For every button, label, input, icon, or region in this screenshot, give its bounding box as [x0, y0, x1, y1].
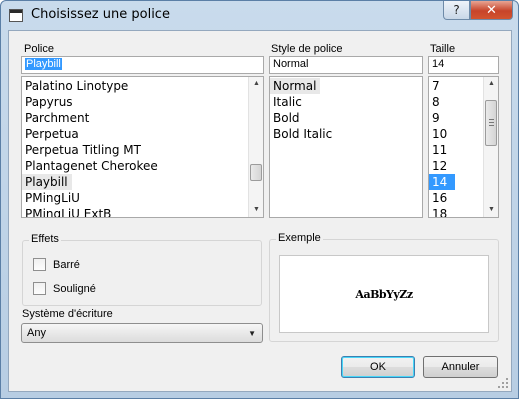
size-list-scrollbar[interactable]: ▲ ▼ — [483, 77, 498, 217]
style-list-item[interactable]: Normal — [270, 78, 422, 94]
writing-system-select[interactable]: Any ▼ — [21, 323, 263, 343]
cancel-button[interactable]: Annuler — [423, 356, 498, 378]
font-list-item-label: PMingLiU ExtB — [25, 207, 112, 218]
size-list-scroll-thumb[interactable] — [485, 100, 497, 146]
font-name-value: Playbill — [25, 58, 62, 70]
style-list-item[interactable]: Bold Italic — [270, 126, 422, 142]
size-list-item-label: 8 — [432, 95, 440, 109]
cancel-button-label: Annuler — [441, 361, 480, 373]
style-list-item-label: Normal — [270, 78, 321, 94]
size-list-item-label: 7 — [432, 79, 440, 93]
style-list-item-label: Italic — [273, 95, 302, 109]
font-list-item-label: Palatino Linotype — [25, 79, 129, 93]
size-list-item-label: 11 — [432, 143, 448, 157]
effects-group — [22, 240, 262, 306]
size-label: Taille — [430, 43, 456, 55]
size-value: 14 — [432, 58, 445, 70]
font-list-item-label: Papyrus — [25, 95, 73, 109]
style-list-item-label: Bold — [273, 111, 300, 125]
style-list-items: Normal Italic Bold Bold Italic — [270, 77, 422, 142]
size-list[interactable]: 7 8 9 10 11 12 14 16 18 ▲ ▼ — [428, 76, 499, 218]
scroll-up-icon[interactable]: ▲ — [249, 77, 263, 91]
font-list-item-label: Plantagenet Cherokee — [25, 159, 158, 173]
underline-label: Souligné — [53, 282, 96, 295]
font-label: Police — [24, 43, 54, 55]
help-icon: ? — [453, 3, 460, 17]
font-name-input[interactable]: Playbill — [21, 56, 264, 74]
style-label: Style de police — [271, 43, 343, 55]
writing-system-value: Any — [27, 327, 46, 339]
window-app-icon — [9, 9, 23, 22]
font-list-item-label: Playbill — [22, 174, 72, 190]
sample-preview: AaBbYyZz — [279, 255, 489, 333]
style-input[interactable]: Normal — [269, 56, 423, 74]
strikeout-option[interactable]: Barré — [33, 258, 80, 271]
style-list-item[interactable]: Italic — [270, 94, 422, 110]
strikeout-checkbox[interactable] — [33, 258, 46, 271]
style-list-item[interactable]: Bold — [270, 110, 422, 126]
sample-text: AaBbYyZz — [355, 287, 413, 301]
close-icon: ✕ — [486, 2, 497, 18]
dialog-client-area: Police Playbill Palatino Linotype Papyrus… — [8, 30, 512, 392]
font-list-item-label: Perpetua Titling MT — [25, 143, 141, 157]
font-list-scroll-thumb[interactable] — [250, 164, 262, 181]
font-list[interactable]: Palatino Linotype Papyrus Parchment Perpetu… — [21, 76, 264, 218]
underline-checkbox[interactable] — [33, 282, 46, 295]
scroll-down-icon[interactable]: ▼ — [484, 203, 498, 217]
grip-icon — [489, 122, 494, 123]
grip-icon — [489, 119, 494, 120]
font-list-item-label: PMingLiU — [25, 191, 80, 205]
font-list-items: Palatino Linotype Papyrus Parchment Perpetu… — [22, 77, 263, 218]
ok-button[interactable]: OK — [341, 356, 415, 378]
font-list-item[interactable]: Perpetua Titling MT — [22, 142, 263, 158]
ok-button-label: OK — [370, 361, 386, 373]
writing-system-label: Système d'écriture — [22, 308, 113, 320]
chevron-down-icon: ▼ — [248, 329, 256, 338]
size-list-item-label: 14 — [429, 174, 456, 190]
resize-grip-icon[interactable] — [498, 378, 508, 388]
scroll-down-icon[interactable]: ▼ — [249, 203, 263, 217]
font-list-item[interactable]: PMingLiU ExtB — [22, 206, 263, 218]
style-list-item-label: Bold Italic — [273, 127, 333, 141]
font-list-item[interactable]: Parchment — [22, 110, 263, 126]
strikeout-label: Barré — [53, 258, 80, 271]
sample-title: Exemple — [276, 232, 323, 244]
font-list-item[interactable]: Playbill — [22, 174, 263, 190]
font-list-item[interactable]: Perpetua — [22, 126, 263, 142]
underline-option[interactable]: Souligné — [33, 282, 96, 295]
window-title: Choisissez une police — [31, 7, 170, 22]
close-button[interactable]: ✕ — [470, 1, 513, 20]
style-value: Normal — [273, 58, 309, 70]
font-list-item[interactable]: Plantagenet Cherokee — [22, 158, 263, 174]
font-list-item[interactable]: PMingLiU — [22, 190, 263, 206]
title-bar[interactable]: Choisissez une police ? ✕ — [1, 1, 518, 29]
help-button[interactable]: ? — [443, 1, 470, 20]
size-list-item-label: 10 — [432, 127, 448, 141]
font-list-scrollbar[interactable]: ▲ ▼ — [248, 77, 263, 217]
size-input[interactable]: 14 — [428, 56, 499, 74]
font-list-item[interactable]: Papyrus — [22, 94, 263, 110]
size-list-item-label: 16 — [432, 191, 448, 205]
font-dialog-window: Choisissez une police ? ✕ Police Playbil… — [0, 0, 519, 399]
size-list-item-label: 18 — [432, 207, 448, 218]
font-list-item-label: Parchment — [25, 111, 90, 125]
font-list-item[interactable]: Palatino Linotype — [22, 78, 263, 94]
font-list-item-label: Perpetua — [25, 127, 79, 141]
style-list[interactable]: Normal Italic Bold Bold Italic — [269, 76, 423, 218]
size-list-item-label: 9 — [432, 111, 440, 125]
size-list-item-label: 12 — [432, 159, 448, 173]
grip-icon — [489, 125, 494, 126]
scroll-up-icon[interactable]: ▲ — [484, 77, 498, 91]
effects-title: Effets — [29, 233, 61, 245]
